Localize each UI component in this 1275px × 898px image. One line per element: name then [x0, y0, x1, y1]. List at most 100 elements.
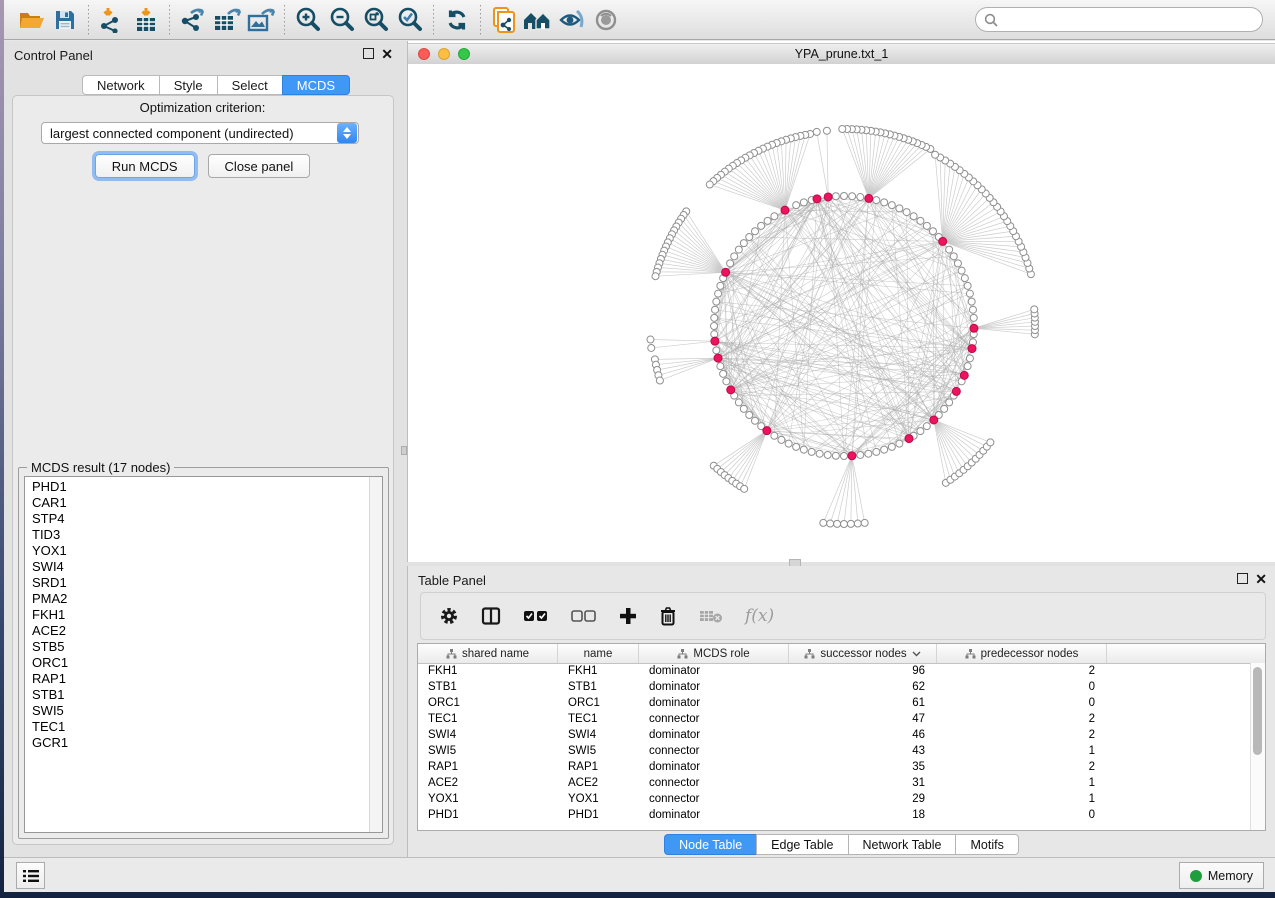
mcds-result-item[interactable]: CAR1	[32, 495, 369, 511]
table-row[interactable]: YOX1YOX1connector291	[418, 791, 1251, 807]
toolbar-separator	[169, 5, 170, 35]
add-column-button[interactable]	[619, 607, 637, 625]
table-toolbar: f(x)	[420, 592, 1266, 640]
mcds-result-scrollbar[interactable]	[369, 477, 382, 832]
table-panel-title: Table Panel	[408, 573, 486, 588]
table-row[interactable]: TEC1TEC1connector472	[418, 711, 1251, 727]
cell-mcds-role: connector	[639, 711, 789, 727]
plus-icon	[619, 607, 637, 625]
export-image-button[interactable]	[244, 4, 278, 36]
mcds-result-item[interactable]: STP4	[32, 511, 369, 527]
tab-network[interactable]: Network	[82, 75, 159, 95]
mcds-result-item[interactable]: GCR1	[32, 735, 369, 751]
cell-predecessor-nodes: 0	[937, 807, 1107, 823]
show-columns-button[interactable]	[481, 606, 501, 626]
mcds-result-item[interactable]: STB5	[32, 639, 369, 655]
column-header-mcds-role[interactable]: MCDS role	[639, 644, 789, 663]
network-canvas[interactable]	[408, 64, 1275, 562]
status-bar: Memory	[4, 857, 1275, 892]
sort-descending-icon	[912, 651, 921, 657]
apply-function-button[interactable]: f(x)	[745, 606, 774, 626]
tab-network-table[interactable]: Network Table	[848, 834, 956, 855]
table-row[interactable]: SWI5SWI5connector431	[418, 743, 1251, 759]
mcds-result-item[interactable]: PMA2	[32, 591, 369, 607]
mcds-result-item[interactable]: YOX1	[32, 543, 369, 559]
tab-motifs[interactable]: Motifs	[955, 834, 1018, 855]
table-settings-button[interactable]	[439, 606, 459, 626]
close-panel-button[interactable]: Close panel	[208, 154, 311, 178]
mcds-result-item[interactable]: SRD1	[32, 575, 369, 591]
table-scrollbar[interactable]	[1250, 663, 1265, 830]
zoom-out-button[interactable]	[325, 4, 359, 36]
show-all-button[interactable]	[589, 4, 623, 36]
table-row[interactable]: SWI4SWI4dominator462	[418, 727, 1251, 743]
search-input[interactable]	[1003, 12, 1262, 28]
table-row[interactable]: ORC1ORC1dominator610	[418, 695, 1251, 711]
refresh-view-button[interactable]	[440, 4, 474, 36]
criterion-dropdown[interactable]: largest connected component (undirected)	[41, 122, 359, 144]
tab-mcds[interactable]: MCDS	[282, 75, 350, 95]
cell-mcds-role: connector	[639, 775, 789, 791]
column-header-shared-name[interactable]: shared name	[418, 644, 558, 663]
table-row[interactable]: RAP1RAP1dominator352	[418, 759, 1251, 775]
mcds-result-item[interactable]: PHD1	[32, 479, 369, 495]
export-network-button[interactable]	[176, 4, 210, 36]
open-session-button[interactable]	[14, 4, 48, 36]
delete-column-button[interactable]	[659, 606, 677, 626]
export-table-button[interactable]	[210, 4, 244, 36]
deselect-all-button[interactable]	[571, 608, 597, 624]
table-row[interactable]: STB1STB1dominator620	[418, 679, 1251, 695]
close-panel-icon[interactable]: ✕	[381, 49, 393, 59]
cell-predecessor-nodes: 0	[937, 695, 1107, 711]
table-row[interactable]: ACE2ACE2connector311	[418, 775, 1251, 791]
zoom-selected-button[interactable]	[393, 4, 427, 36]
import-table-button[interactable]	[129, 4, 163, 36]
float-window-icon[interactable]	[363, 48, 374, 59]
toolbar-separator	[284, 5, 285, 35]
tab-style[interactable]: Style	[159, 75, 217, 95]
cell-name: ORC1	[558, 695, 639, 711]
tab-edge-table[interactable]: Edge Table	[756, 834, 847, 855]
task-history-button[interactable]	[16, 862, 45, 889]
search-icon	[984, 13, 998, 27]
main-toolbar	[4, 0, 1275, 40]
cell-successor-nodes: 61	[789, 695, 937, 711]
mcds-result-item[interactable]: FKH1	[32, 607, 369, 623]
float-window-icon[interactable]	[1237, 573, 1248, 584]
table-tabs: Node Table Edge Table Network Table Moti…	[408, 834, 1275, 855]
cell-name: STB1	[558, 679, 639, 695]
column-header-successor-nodes[interactable]: successor nodes	[789, 644, 937, 663]
mcds-result-item[interactable]: STB1	[32, 687, 369, 703]
mcds-result-item[interactable]: SWI4	[32, 559, 369, 575]
mcds-result-item[interactable]: ORC1	[32, 655, 369, 671]
table-panel-header: Table Panel ✕	[408, 566, 1275, 594]
cell-name: YOX1	[558, 791, 639, 807]
network-view-titlebar: YPA_prune.txt_1	[408, 43, 1275, 65]
memory-button[interactable]: Memory	[1179, 862, 1264, 889]
table-row[interactable]: PHD1PHD1dominator180	[418, 807, 1251, 823]
tab-select[interactable]: Select	[217, 75, 282, 95]
select-all-button[interactable]	[523, 608, 549, 624]
save-session-button[interactable]	[48, 4, 82, 36]
zoom-in-button[interactable]	[291, 4, 325, 36]
cell-mcds-role: connector	[639, 791, 789, 807]
table-scrollbar-thumb[interactable]	[1253, 667, 1262, 755]
table-row[interactable]: FKH1FKH1dominator962	[418, 663, 1251, 679]
zoom-fit-button[interactable]	[359, 4, 393, 36]
mcds-result-item[interactable]: TEC1	[32, 719, 369, 735]
delete-table-button[interactable]	[699, 608, 723, 624]
export-image-icon	[246, 7, 276, 33]
tab-node-table[interactable]: Node Table	[664, 834, 756, 855]
mcds-result-item[interactable]: RAP1	[32, 671, 369, 687]
mcds-result-item[interactable]: TID3	[32, 527, 369, 543]
hide-selected-button[interactable]	[555, 4, 589, 36]
column-header-name[interactable]: name	[558, 644, 639, 663]
import-network-button[interactable]	[95, 4, 129, 36]
mcds-result-item[interactable]: ACE2	[32, 623, 369, 639]
mcds-result-item[interactable]: SWI5	[32, 703, 369, 719]
first-neighbors-button[interactable]	[521, 4, 555, 36]
column-header-predecessor-nodes[interactable]: predecessor nodes	[937, 644, 1107, 663]
close-panel-icon[interactable]: ✕	[1255, 574, 1267, 584]
clone-network-button[interactable]	[487, 4, 521, 36]
run-mcds-button[interactable]: Run MCDS	[95, 154, 195, 178]
